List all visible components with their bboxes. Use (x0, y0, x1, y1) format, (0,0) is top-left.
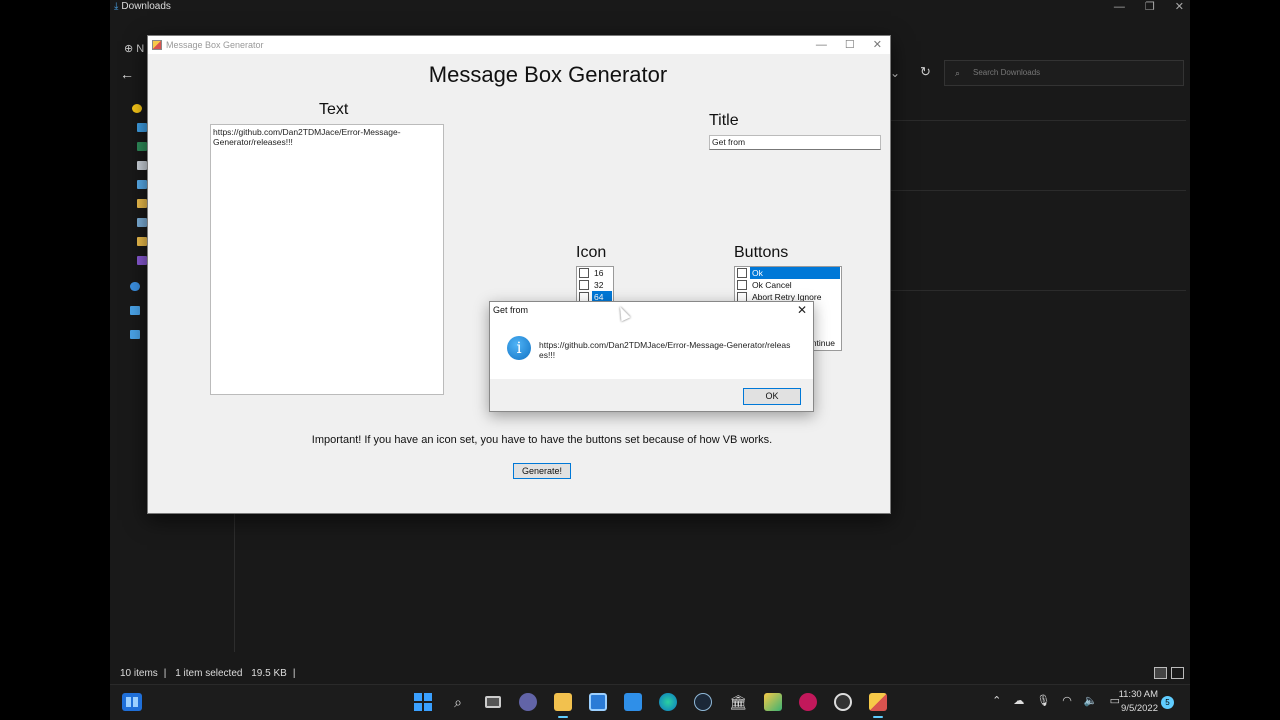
folder-tools-icon[interactable] (137, 218, 147, 227)
icon-option[interactable]: 32 (577, 279, 613, 291)
button-option-selected[interactable]: Ok (735, 267, 841, 279)
important-note: Important! If you have an icon set, you … (311, 434, 773, 446)
icon-option[interactable]: 16 (577, 267, 613, 279)
microphone-icon[interactable]: 🎙 (1036, 694, 1050, 707)
widgets-icon[interactable] (122, 693, 142, 711)
wifi-icon[interactable]: ◠ (1062, 694, 1072, 707)
generate-button[interactable]: Generate! (513, 463, 571, 479)
close-icon[interactable]: ✕ (1175, 0, 1184, 14)
info-icon: i (507, 336, 531, 360)
checkbox[interactable] (737, 280, 747, 290)
button-option[interactable]: Ok Cancel (735, 279, 841, 291)
system-tray: ⌃ ☁ 🎙 ◠ 🔈 ▭ (992, 694, 1120, 707)
generator-titlebar: Message Box Generator — ☐ ✕ (148, 36, 890, 54)
chromium-icon[interactable] (830, 689, 856, 715)
app-badge-icon[interactable] (795, 689, 821, 715)
checkbox[interactable] (737, 268, 747, 278)
plus-circle-icon: ⊕ (124, 43, 134, 55)
title-input[interactable]: Get from (709, 135, 881, 150)
edge-icon[interactable] (655, 689, 681, 715)
star-icon[interactable] (132, 104, 142, 113)
network-icon[interactable] (130, 330, 140, 339)
folder-icon[interactable] (137, 199, 147, 208)
desktop-folder-icon[interactable] (137, 123, 147, 132)
app-icon (152, 40, 162, 50)
maximize-icon[interactable]: ❐ (1145, 0, 1155, 14)
list-divider (890, 190, 1186, 191)
selection-count: 1 item selected (175, 668, 243, 679)
maximize-icon[interactable]: ☐ (845, 36, 855, 54)
message-box-generator-window: Message Box Generator — ☐ ✕ Message Box … (147, 35, 891, 514)
video-icon[interactable] (137, 256, 147, 265)
chevron-up-icon[interactable]: ⌃ (992, 694, 1001, 707)
store-icon[interactable] (620, 689, 646, 715)
close-icon[interactable]: ✕ (873, 36, 882, 54)
title-label: Title (709, 112, 739, 129)
close-icon[interactable]: ✕ (797, 302, 807, 318)
page-title: Message Box Generator (428, 62, 668, 87)
explorer-status-bar: 10 items | 1 item selected 19.5 KB | (110, 664, 1190, 684)
generator-window-title: Message Box Generator (166, 40, 264, 50)
new-button[interactable]: ⊕ N (124, 42, 144, 55)
icon-label: Icon (576, 244, 607, 261)
file-explorer-icon[interactable] (550, 689, 576, 718)
ok-button[interactable]: OK (743, 388, 801, 405)
pictures-icon[interactable] (137, 180, 147, 189)
onedrive-icon[interactable] (130, 282, 140, 291)
clock-date: 9/5/2022 (1121, 703, 1158, 714)
steam-icon[interactable] (690, 689, 716, 715)
clock-time: 11:30 AM (1118, 689, 1158, 700)
explorer-window-controls: — ❐ ✕ (1114, 0, 1184, 14)
message-box-dialog: Get from ✕ i https://github.com/Dan2TDMJ… (489, 301, 814, 412)
search-icon: ⌕ (955, 68, 961, 78)
icon-checklist[interactable]: 16 32 64 (576, 266, 614, 303)
downloads-nav-icon[interactable] (137, 142, 147, 151)
clock[interactable]: 11:30 AM 9/5/2022 (1119, 688, 1158, 716)
explorer-title: Downloads (121, 1, 171, 12)
dialog-message: https://github.com/Dan2TDMJace/Error-Mes… (539, 340, 791, 360)
notification-badge[interactable]: 5 (1161, 696, 1174, 709)
volume-icon[interactable]: 🔈 (1084, 694, 1098, 707)
list-divider (890, 120, 1186, 121)
list-divider (890, 290, 1186, 291)
explorer-titlebar: ⤓ Downloads — ❐ ✕ (110, 0, 1190, 16)
cloud-icon[interactable]: ☁ (1013, 694, 1024, 707)
search-icon[interactable]: ⌕ (445, 689, 471, 715)
start-button[interactable] (410, 689, 436, 715)
cube-app-icon[interactable] (760, 689, 786, 715)
this-pc-icon[interactable] (130, 306, 140, 315)
item-count: 10 items (120, 668, 158, 679)
view-toggle (1154, 667, 1184, 679)
dialog-title: Get from ✕ (493, 302, 807, 318)
checkbox[interactable] (579, 268, 589, 278)
settings-app-icon[interactable] (585, 689, 611, 715)
taskbar-apps: ⌕ 🏛 (410, 689, 891, 718)
back-arrow-icon[interactable]: ← (120, 66, 134, 82)
minimize-icon[interactable]: — (816, 36, 827, 54)
museum-app-icon[interactable]: 🏛 (725, 689, 751, 715)
windows-logo-icon (414, 693, 432, 711)
taskbar: ⌕ 🏛 ⌃ ☁ 🎙 ◠ 🔈 ▭ 11:30 AM 9/5/2022 5 (110, 684, 1190, 720)
dialog-footer: OK (490, 379, 813, 411)
text-label: Text (319, 101, 349, 118)
search-input[interactable]: ⌕ Search Downloads (944, 60, 1184, 86)
button-option-partial[interactable]: ntinue (812, 338, 835, 348)
dialog-body: i https://github.com/Dan2TDMJace/Error-M… (490, 320, 813, 379)
details-view-icon[interactable] (1154, 667, 1167, 679)
teams-chat-icon[interactable] (515, 689, 541, 715)
minimize-icon[interactable]: — (1114, 0, 1125, 14)
buttons-label: Buttons (734, 244, 789, 261)
tiles-view-icon[interactable] (1171, 667, 1184, 679)
download-icon: ⤓ (114, 1, 119, 12)
checkbox[interactable] (579, 280, 589, 290)
generator-window-controls: — ☐ ✕ (816, 36, 882, 54)
selection-size: 19.5 KB (251, 668, 287, 679)
message-box-generator-taskbar-icon[interactable] (865, 689, 891, 718)
folder-icon[interactable] (137, 237, 147, 246)
task-view-icon[interactable] (480, 689, 506, 715)
message-text-input[interactable]: https://github.com/Dan2TDMJace/Error-Mes… (210, 124, 444, 395)
documents-icon[interactable] (137, 161, 147, 170)
